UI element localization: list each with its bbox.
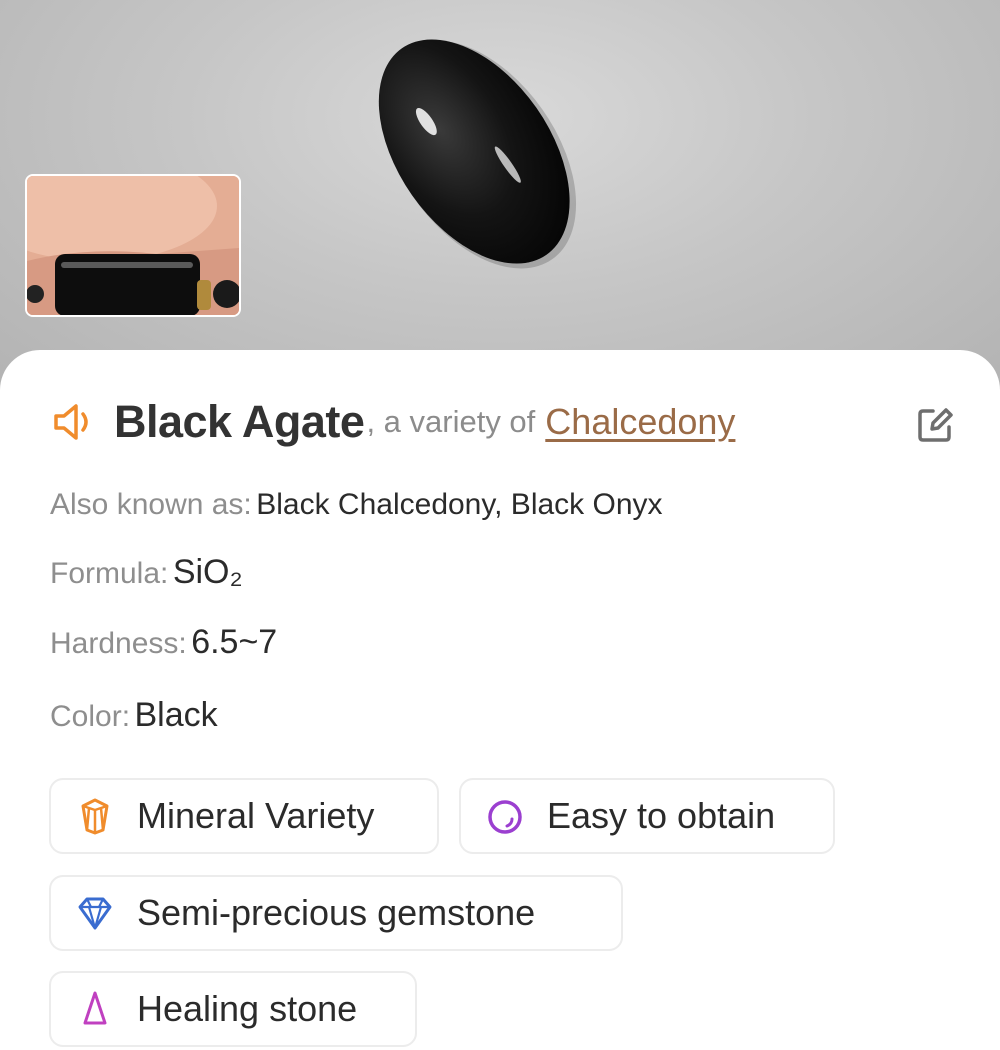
tag-mineral-variety[interactable]: Mineral Variety — [49, 778, 439, 854]
bead-bracelet-image — [27, 176, 239, 315]
crystal-icon — [81, 798, 109, 835]
tag-label: Mineral Variety — [137, 795, 375, 836]
black-agate-stone-image — [378, 39, 577, 269]
tag-semi-precious-gemstone[interactable]: Semi-precious gemstone — [49, 875, 623, 951]
aka-label: Also known as: — [50, 488, 252, 521]
tag-easy-to-obtain[interactable]: Easy to obtain — [459, 778, 835, 854]
speaker-icon[interactable] — [50, 398, 98, 446]
aka-value: Black Chalcedony, Black Onyx — [256, 488, 663, 521]
diamond-icon — [78, 897, 112, 930]
ring-icon — [488, 800, 522, 834]
tag-label: Easy to obtain — [547, 795, 776, 836]
healing-icon — [83, 991, 107, 1025]
title-row: Black Agate , a variety of Chalcedony — [50, 394, 970, 450]
tag-label: Healing stone — [137, 988, 358, 1029]
aka-row: Also known as: Black Chalcedony, Black O… — [50, 488, 663, 522]
formula-value: SiO₂ — [172, 553, 243, 591]
formula-label: Formula: — [50, 557, 169, 590]
tag-healing-stone[interactable]: Healing stone — [49, 971, 417, 1047]
edit-icon[interactable] — [915, 405, 955, 445]
color-row: Color: Black — [50, 696, 218, 735]
specimen-photo — [0, 0, 1000, 390]
thumbnail-photo[interactable] — [25, 174, 241, 317]
tag-label: Semi-precious gemstone — [137, 892, 536, 933]
mineral-name: Black Agate — [114, 396, 365, 447]
hardness-value: 6.5~7 — [191, 623, 278, 661]
color-value: Black — [134, 696, 218, 734]
hardness-row: Hardness: 6.5~7 — [50, 623, 277, 662]
variety-connector: , a variety of — [366, 404, 536, 439]
formula-row: Formula: SiO₂ — [50, 553, 243, 592]
hardness-label: Hardness: — [50, 627, 187, 660]
color-label: Color: — [50, 700, 131, 733]
parent-mineral-link[interactable]: Chalcedony — [545, 401, 735, 443]
